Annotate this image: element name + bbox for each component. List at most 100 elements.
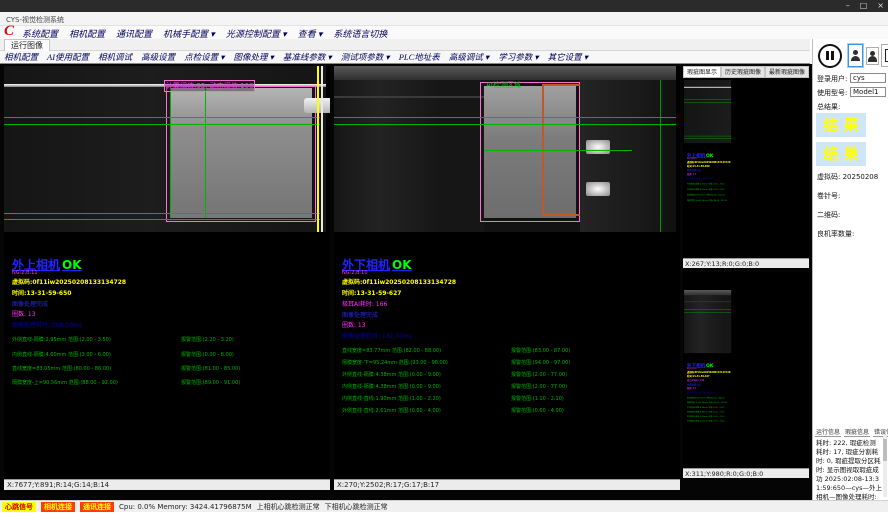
tool-learning-params[interactable]: 学习参数 ▾ [498,51,538,63]
tab-defect-info[interactable]: 瑕疵信息 [844,427,870,437]
machine-edge [684,87,731,88]
tab-run-info[interactable]: 运行信息 [815,427,841,437]
lower-camera-heartbeat-stat: 下相机心跳检测正常 [325,502,388,512]
lower-camera-view[interactable]: AI检测区域 外下相机OK NG:2,B:10 虚拟码:0f11iw202502… [334,66,680,479]
upper-camera-thumbnail[interactable]: 计算阈值:93, 动态阈值:100 外上相机OK NG:2,B:11 虚拟码:0… [684,80,808,240]
measurement-label: 外侧直线-隔膜:4.38mm 范围:(0.00 - 9.00) [342,371,441,378]
measure-line [4,117,320,118]
measurement-label: 直线宽度=83.05mm 范围:(80.00 - 86.00) [12,365,111,372]
measurement-alarm: 报警范围:(2.20 - 3.20) [181,336,234,343]
result-ok-badge: OK [392,258,412,272]
process-time-line: 图像处理耗时: 182.00ms [687,391,714,394]
login-user-label: 登录用户: [817,74,847,84]
tool-plc-address[interactable]: PLC地址表 [399,51,440,63]
measure-line-vertical [205,88,206,218]
machine-edge [684,301,731,302]
upper-camera-view[interactable]: 计算阈值:93, 动态阈值:100 外上相机OK NG:2,B:11 虚拟码:0… [4,66,330,479]
login-user-field[interactable]: cys [850,73,886,83]
machine-rail [334,66,676,80]
ai-time-line: 极耳AI耗时: 166 [342,299,387,308]
measure-line [4,213,320,214]
tool-advanced-debug[interactable]: 高级调试 ▾ [449,51,489,63]
tool-camera-config[interactable]: 相机配置 [4,51,38,63]
minimize-button[interactable]: – [846,1,850,11]
tab-run-image[interactable]: 运行图像 [4,39,50,51]
measurement-label: 内侧直线-隔膜:4.60mm 范围:(3.00 - 6.00) [687,188,725,191]
measurement-label: 内侧直线-直线:1.90mm 范围:(1.00 - 2.20) [342,395,441,402]
lower-camera-thumbnail-panel: AI检测区域 外下相机OK NG:2,B:10 虚拟码:0f11iw202502… [683,272,809,478]
measurement-label: 外侧直线-隔膜:4.38mm 范围:(0.00 - 9.00) [687,406,725,409]
defect-image-tabs: 瑕疵图显示 历史瑕疵图像 最新瑕疵图像 [683,66,809,78]
measurement-label: 内侧直线-隔膜:4.38mm 范围:(0.00 - 9.00) [342,383,441,390]
maximize-button[interactable]: □ [860,1,868,11]
tool-other-settings[interactable]: 其它设置 ▾ [548,51,588,63]
upper-camera-panel: 计算阈值:93, 动态阈值:100 外上相机OK NG:2,B:11 虚拟码:0… [4,66,330,490]
machine-structure [334,80,484,232]
lower-camera-panel: AI检测区域 外下相机OK NG:2,B:10 虚拟码:0f11iw202502… [334,66,680,490]
measurement-row: 内侧直线-隔膜:4.38mm 范围:(0.00 - 9.00) 报警范围:(2.… [684,410,731,413]
status-bar: 心跳信号 相机连接 通讯连接 Cpu: 0.0% Memory: 3424.41… [0,500,888,512]
tool-spot-check[interactable]: 点检设置 ▾ [184,51,224,63]
control-panel: 登录用户: cys 使用型号: Model1 总结果: 结 果 结 果 虚拟码:… [812,39,888,500]
highlight-spot [586,140,610,154]
tab-defect-display[interactable]: 瑕疵图显示 [683,66,721,77]
operator-login-button[interactable] [848,44,863,67]
tool-test-params[interactable]: 测试项参数 ▾ [341,51,390,63]
measurement-label: 外侧直线-隔膜:2.95mm 范围:(2.00 - 3.50) [687,183,725,186]
tool-image-processing[interactable]: 图像处理 ▾ [233,51,273,63]
measurement-alarm: 报警范围:(2.00 - 77.00) [511,383,567,390]
person-icon [851,50,860,61]
tool-ai-use-config[interactable]: AI使用配置 [47,51,89,63]
lower-camera-thumbnail[interactable]: AI检测区域 外下相机OK NG:2,B:10 虚拟码:0f11iw202502… [684,290,808,450]
measurement-alarm: 报警范围:(81.00 - 85.00) [181,365,240,372]
ai-region-label: AI检测区域 [486,80,521,90]
app-title-row: CYS-视觉检测系统 [0,12,888,26]
user-manage-button[interactable] [866,47,879,65]
camera-result-subtitle: NG:2,B:10 [342,270,368,276]
time-line: 时间:13-31-59-650 [12,288,71,297]
model-field[interactable]: Model1 [850,87,886,97]
tab-defect-history[interactable]: 历史瑕疵图像 [721,66,765,77]
measurement-row: 直线宽度=83.05mm 范围:(80.00 - 86.00) 报警范围:(81… [684,194,731,197]
log-scrollbar[interactable] [883,435,887,497]
measurement-label: 内侧直线-隔膜:4.60mm 范围:(3.00 - 6.00) [12,351,111,358]
time-line: 时间:13-31-59-650 [687,164,710,167]
machine-edge [334,96,484,98]
camera-image [684,80,731,143]
measurement-row: 直线宽度=83.77mm 范围:(82.00 - 88.00) 报警范围:(83… [334,347,680,355]
total-result-label: 总结果: [817,102,840,112]
tab-defect-latest[interactable]: 最新瑕疵图像 [765,66,809,77]
pause-button[interactable] [818,44,842,68]
upper-camera-view[interactable]: 计算阈值:93, 动态阈值:100 外上相机OK NG:2,B:11 虚拟码:0… [684,80,731,237]
needle-number-label: 卷针号: [817,191,840,201]
lower-camera-view[interactable]: AI检测区域 外下相机OK NG:2,B:10 虚拟码:0f11iw202502… [684,290,731,447]
tool-baseline-params[interactable]: 基准线参数 ▾ [283,51,332,63]
app-title: CYS-视觉检测系统 [6,15,64,25]
toolbar: 相机配置 AI使用配置 相机调试 高级设置 点检设置 ▾ 图像处理 ▾ 基准线参… [0,51,810,64]
good-count-label: 良机率数量: [817,229,854,239]
result-display-upper: 结 果 [816,113,866,137]
circle-count-line: 圈数: 13 [12,309,36,318]
measure-line [4,219,320,220]
close-button[interactable]: × [877,1,884,11]
exit-button[interactable] [881,44,888,67]
cpu-memory-stat: Cpu: 0.0% Memory: 3424.41796875M [119,503,252,511]
measurement-row: 外侧直线-直线:2.61mm 范围:(0.60 - 4.00) 报警范围:(0.… [334,407,680,415]
person-icon [868,51,877,62]
measure-line [334,124,676,125]
measurement-label: 直线宽度=83.05mm 范围:(80.00 - 86.00) [687,194,725,197]
scrollbar-thumb[interactable] [883,439,887,461]
tool-advanced-settings[interactable]: 高级设置 [141,51,175,63]
measure-line-vertical [170,88,171,218]
tool-camera-debug[interactable]: 相机调试 [98,51,132,63]
process-time-line: 图像处理耗时: 258.00ms [12,320,82,329]
machine-structure [684,295,731,353]
machine-structure [580,80,676,232]
measurement-alarm: 报警范围:(89.00 - 91.00) [181,379,240,386]
measure-line [4,124,320,125]
measurement-label: 外侧直线-隔膜:2.95mm 范围:(2.00 - 3.50) [12,336,111,343]
edge-marker-yellow [317,66,319,232]
barcode-line: 虚拟码:0f11iw20250208133134728 [12,277,126,286]
circle-count-line: 圈数: 13 [342,320,366,329]
circle-count-line: 圈数: 13 [687,387,696,390]
